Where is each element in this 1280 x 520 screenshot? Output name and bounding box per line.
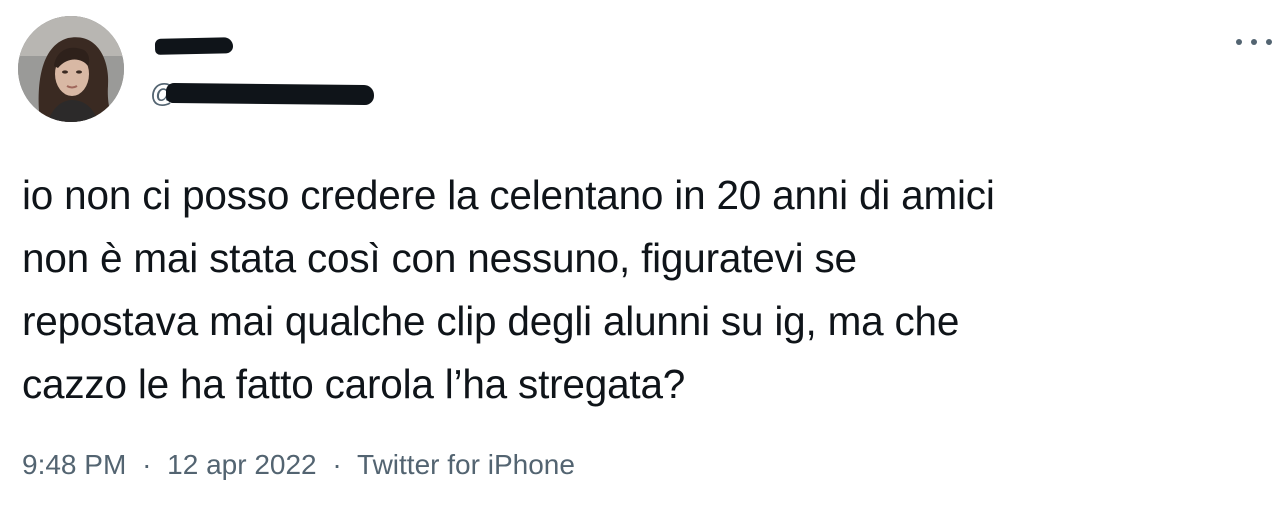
more-horizontal-icon [1266,39,1272,45]
redacted-display-name [154,37,234,55]
tweet-metadata: 9:48 PM · 12 apr 2022 · Twitter for iPho… [22,448,575,482]
tweet-card: @ io non ci posso credere la celentano i… [0,0,1280,520]
tweet-time[interactable]: 9:48 PM [22,449,126,480]
meta-separator: · [142,449,152,480]
more-options-button[interactable] [1236,30,1272,54]
more-horizontal-icon [1251,39,1257,45]
tweet-date[interactable]: 12 apr 2022 [167,449,316,480]
tweet-source[interactable]: Twitter for iPhone [357,449,575,480]
more-horizontal-icon [1236,39,1242,45]
avatar-photo-icon [18,16,124,122]
tweet-text-line: repostava mai qualche clip degli alunni … [22,298,960,344]
meta-separator: · [332,449,342,480]
avatar[interactable] [18,16,124,122]
tweet-text: io non ci posso credere la celentano in … [22,164,1272,416]
tweet-text-line: io non ci posso credere la celentano in … [22,172,995,218]
tweet-text-line: non è mai stata così con nessuno, figura… [22,235,857,281]
redacted-handle [165,82,375,106]
tweet-text-line: cazzo le ha fatto carola l’ha stregata? [22,361,686,407]
